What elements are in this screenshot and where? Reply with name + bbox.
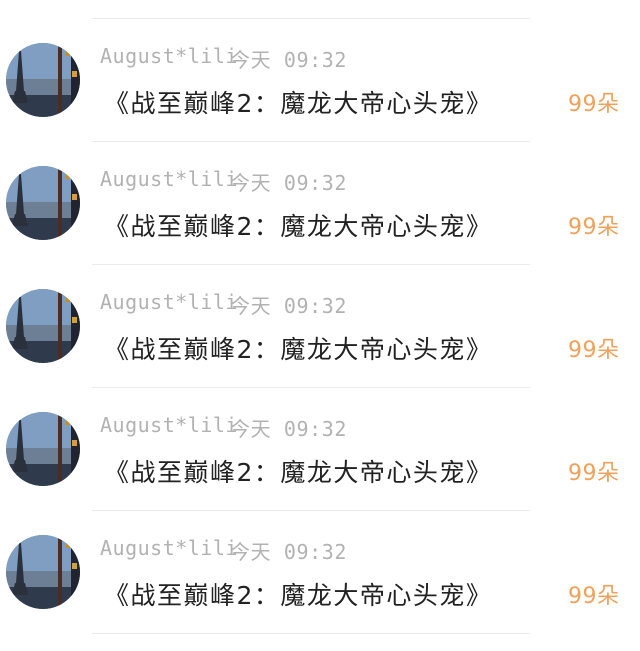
divider: [92, 18, 530, 19]
eiffel-tower-icon: [6, 43, 80, 117]
divider: [92, 141, 530, 142]
divider: [92, 633, 530, 634]
message-content: 《战至巅峰2：魔龙大帝心头宠》: [104, 458, 493, 487]
eiffel-tower-icon: [6, 166, 80, 240]
message-content: 《战至巅峰2：魔龙大帝心头宠》: [104, 581, 493, 610]
avatar[interactable]: [6, 412, 80, 486]
avatar[interactable]: [6, 43, 80, 117]
list-item[interactable]: August*lili 今天 09:32 《战至巅峰2：魔龙大帝心头宠》 99朵: [0, 143, 640, 265]
divider: [92, 264, 530, 265]
message-time: 今天 09:32: [230, 294, 348, 318]
avatar[interactable]: [6, 166, 80, 240]
list-item[interactable]: August*lili 今天 09:32 《战至巅峰2：魔龙大帝心头宠》 99朵: [0, 20, 640, 142]
message-time: 今天 09:32: [230, 171, 348, 195]
message-content: 《战至巅峰2：魔龙大帝心头宠》: [104, 89, 493, 118]
list-item[interactable]: August*lili 今天 09:32 《战至巅峰2：魔龙大帝心头宠》 99朵: [0, 512, 640, 634]
gift-amount: 99朵: [568, 461, 620, 486]
divider: [92, 510, 530, 511]
eiffel-tower-icon: [6, 412, 80, 486]
sender-name: August*lili: [100, 536, 238, 560]
gift-amount: 99朵: [568, 338, 620, 363]
message-content: 《战至巅峰2：魔龙大帝心头宠》: [104, 212, 493, 241]
list-item[interactable]: August*lili 今天 09:32 《战至巅峰2：魔龙大帝心头宠》 99朵: [0, 266, 640, 388]
gift-amount: 99朵: [568, 584, 620, 609]
eiffel-tower-icon: [6, 535, 80, 609]
avatar[interactable]: [6, 535, 80, 609]
sender-name: August*lili: [100, 413, 238, 437]
eiffel-tower-icon: [6, 289, 80, 363]
message-time: 今天 09:32: [230, 540, 348, 564]
divider: [92, 387, 530, 388]
message-time: 今天 09:32: [230, 417, 348, 441]
message-content: 《战至巅峰2：魔龙大帝心头宠》: [104, 335, 493, 364]
gift-message-list: { "messages": [ { "avatar": "paris-eiffe…: [0, 0, 640, 651]
gift-amount: 99朵: [568, 215, 620, 240]
list-item[interactable]: August*lili 今天 09:32 《战至巅峰2：魔龙大帝心头宠》 99朵: [0, 389, 640, 511]
message-time: 今天 09:32: [230, 48, 348, 72]
sender-name: August*lili: [100, 290, 238, 314]
avatar[interactable]: [6, 289, 80, 363]
sender-name: August*lili: [100, 167, 238, 191]
gift-amount: 99朵: [568, 92, 620, 117]
sender-name: August*lili: [100, 44, 238, 68]
